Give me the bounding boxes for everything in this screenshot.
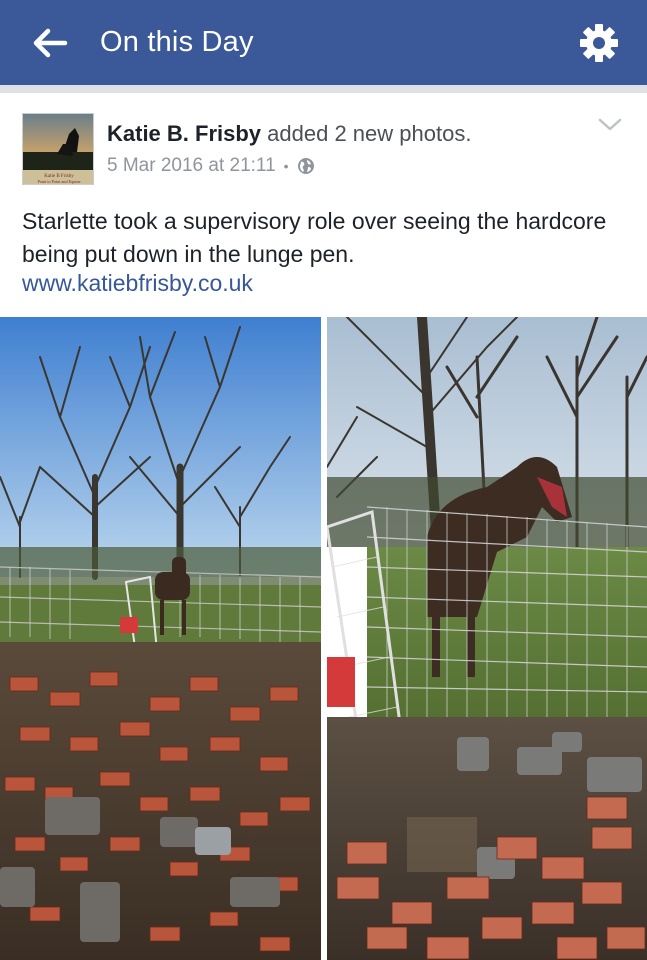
photo-right-image	[327, 317, 647, 960]
post-text: Starlette took a supervisory role over s…	[22, 208, 607, 267]
post-menu-button[interactable]	[597, 115, 623, 135]
photo-left[interactable]	[0, 317, 321, 960]
meta-separator: •	[283, 158, 289, 174]
avatar-subtitle-text: Point to Point and Equine	[37, 179, 80, 184]
photo-right[interactable]	[327, 317, 647, 960]
avatar-image: Katie B Frisby Point to Point and Equine	[23, 114, 93, 184]
arrow-left-icon	[33, 28, 68, 57]
photo-left-image	[0, 317, 321, 960]
top-app-bar: On this Day	[0, 0, 647, 85]
chevron-down-icon	[598, 118, 622, 131]
author-name[interactable]: Katie B. Frisby	[107, 121, 261, 146]
globe-icon[interactable]	[297, 157, 315, 175]
gear-icon	[580, 24, 618, 62]
post-meta: 5 Mar 2016 at 21:11 •	[107, 155, 315, 177]
post-header: Katie B Frisby Point to Point and Equine…	[0, 93, 647, 193]
settings-button[interactable]	[577, 21, 621, 65]
post-timestamp[interactable]: 5 Mar 2016 at 21:11	[107, 155, 276, 177]
post-link[interactable]: www.katiebfrisby.co.uk	[22, 270, 253, 297]
back-button[interactable]	[0, 0, 100, 85]
page-title: On this Day	[100, 26, 254, 58]
avatar[interactable]: Katie B Frisby Point to Point and Equine	[22, 113, 94, 185]
section-divider	[0, 85, 647, 93]
author-line: Katie B. Frisby added 2 new photos.	[107, 121, 471, 147]
post-action: added 2 new photos.	[267, 121, 472, 146]
